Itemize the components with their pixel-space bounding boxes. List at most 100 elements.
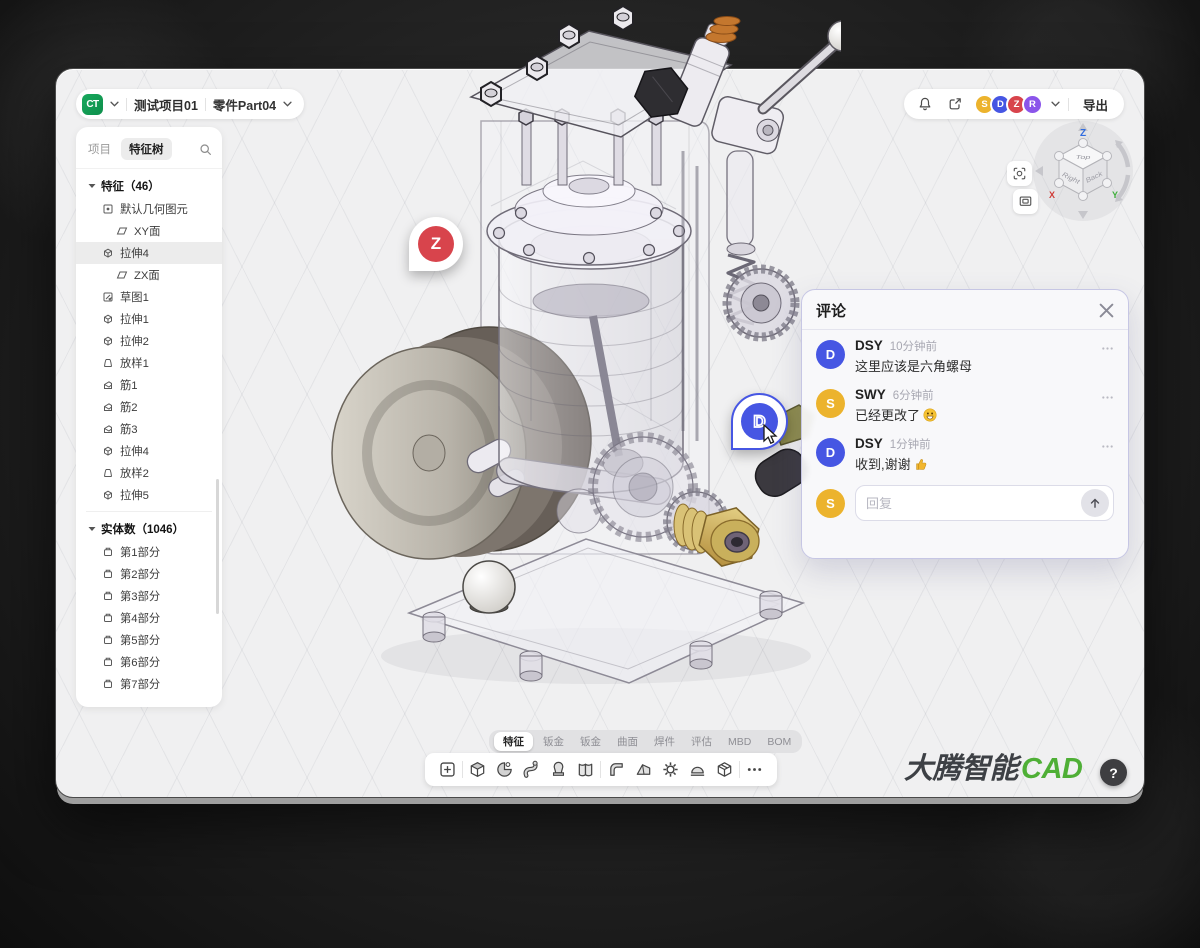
caret-down-icon [88,182,96,190]
tree-item[interactable]: 放样1 [76,352,222,374]
tree-item[interactable]: 放样2 [76,462,222,484]
comment-text: 已经更改了 [855,405,1091,424]
toolbar-dome-button[interactable] [685,758,709,782]
app-logo[interactable]: CT [82,94,103,115]
divider [205,98,206,111]
tree-item[interactable]: 第4部分 [76,607,222,629]
brand-cn: 大腾智能 [904,745,1018,787]
comment-menu-icon[interactable] [1101,391,1114,424]
rib-icon [102,401,114,413]
tree-item[interactable]: 第1部分 [76,541,222,563]
plane-icon [116,269,128,281]
tree-item[interactable]: 拉伸2 [76,330,222,352]
comment-item: DDSY10分钟前这里应该是六角螺母 [802,330,1128,379]
comment-pin-d[interactable]: D [731,393,788,450]
rib-icon [102,379,114,391]
tree-item[interactable]: 草图1 [76,286,222,308]
ribbon-tab[interactable]: 曲面 [611,732,644,751]
comment-menu-icon[interactable] [1101,440,1114,473]
tree-item[interactable]: 第3部分 [76,585,222,607]
share-icon[interactable] [944,93,966,115]
toolbar-revolve-button[interactable] [493,758,517,782]
tree-item[interactable]: 拉伸1 [76,308,222,330]
axis-x-label: X [1049,190,1055,200]
engine-model-3d[interactable] [331,1,841,701]
tree-item[interactable]: 拉伸4 [76,242,222,264]
comment-item: DDSY1分钟前收到,谢谢 [802,428,1128,477]
avatar[interactable]: R [1022,94,1043,115]
toolbar-shell-button[interactable] [712,758,736,782]
chevron-down-icon[interactable] [283,101,292,107]
part-icon [102,656,114,668]
viewcube-face-top[interactable]: Top [1076,154,1091,161]
screen-view-button[interactable] [1013,189,1038,214]
reply-input[interactable] [866,496,1073,511]
tree-item[interactable]: 筋1 [76,374,222,396]
toolbar-add-button[interactable] [435,758,459,782]
notification-bell-icon[interactable] [914,93,936,115]
tree-item[interactable]: 第6部分 [76,651,222,673]
ribbon-tab[interactable]: MBD [722,734,757,750]
tree-item[interactable]: 默认几何图元 [76,198,222,220]
comment-pin-z[interactable]: Z [409,217,463,271]
app-window: Z D 评论 DDSY10分钟前这里应该是六角螺母SSWY6分钟前已经更改了DD… [55,68,1145,798]
toolbar-more-button[interactable] [743,758,767,782]
part-icon [102,612,114,624]
tree-item[interactable]: 筋2 [76,396,222,418]
comment-panel-header: 评论 [802,290,1128,330]
close-icon[interactable] [1099,303,1114,318]
tree-section-header[interactable]: 特征（46） [76,174,222,198]
tree-item[interactable]: XY面 [76,220,222,242]
chevron-down-icon[interactable] [110,101,119,107]
part-icon [102,546,114,558]
breadcrumb-project[interactable]: 测试项目01 [134,95,198,114]
toolbar-sweep-button[interactable] [520,758,544,782]
mouse-cursor-icon [760,424,780,446]
tree-item[interactable]: 筋3 [76,418,222,440]
toolbar-divider [600,761,601,778]
export-button[interactable]: 导出 [1077,95,1114,114]
tree-item[interactable]: ZX面 [76,264,222,286]
comment-author: DSY [855,338,883,353]
toolbar-pattern-button[interactable] [658,758,682,782]
tree-item[interactable]: 第7部分 [76,673,222,695]
toolbar-extrude-button[interactable] [466,758,490,782]
ribbon-tab[interactable]: 钣金 [574,732,607,751]
cube-icon [102,489,114,501]
toolbar-fillet-button[interactable] [604,758,628,782]
breadcrumb: CT 测试项目01 零件Part04 [76,89,304,119]
send-button[interactable] [1081,489,1109,517]
fit-view-button[interactable] [1007,161,1032,186]
sidebar-tabs: 项目 特征树 [76,136,222,169]
ribbon-tab[interactable]: BOM [761,734,797,750]
toolbar-loft2-button[interactable] [547,758,571,782]
search-icon[interactable] [199,143,212,156]
ribbon-tab[interactable]: 焊件 [648,732,681,751]
toolbar-boundary-button[interactable] [574,758,598,782]
divider [1068,98,1069,111]
tab-feature-tree[interactable]: 特征树 [121,138,172,160]
tree-section-header[interactable]: 实体数（1046） [76,517,222,541]
tree-item[interactable]: 拉伸4 [76,440,222,462]
avatar-stack[interactable]: SDZR [974,94,1043,115]
chevron-down-icon[interactable] [1051,101,1060,107]
brand-logo: 大腾智能 CAD [904,745,1082,787]
toolbar-chamfer-button[interactable] [631,758,655,782]
ribbon-tab[interactable]: 钣金 [537,732,570,751]
caret-down-icon [88,525,96,533]
origin-icon [102,203,114,215]
comment-item: SSWY6分钟前已经更改了 [802,379,1128,428]
breadcrumb-part[interactable]: 零件Part04 [213,95,276,114]
tab-project[interactable]: 项目 [86,138,113,160]
tree-item[interactable]: 拉伸5 [76,484,222,506]
view-cube[interactable]: Top Right Back Z X Y [1031,119,1135,223]
comment-menu-icon[interactable] [1101,342,1114,375]
comment-panel: 评论 DDSY10分钟前这里应该是六角螺母SSWY6分钟前已经更改了DDSY1分… [801,289,1129,559]
ribbon-tab[interactable]: 评估 [685,732,718,751]
tree-item[interactable]: 第5部分 [76,629,222,651]
ribbon-tab[interactable]: 特征 [494,732,533,751]
help-button[interactable]: ? [1100,759,1127,786]
comment-text: 收到,谢谢 [855,454,1091,473]
sidebar-scrollbar[interactable] [216,479,219,614]
tree-item[interactable]: 第2部分 [76,563,222,585]
